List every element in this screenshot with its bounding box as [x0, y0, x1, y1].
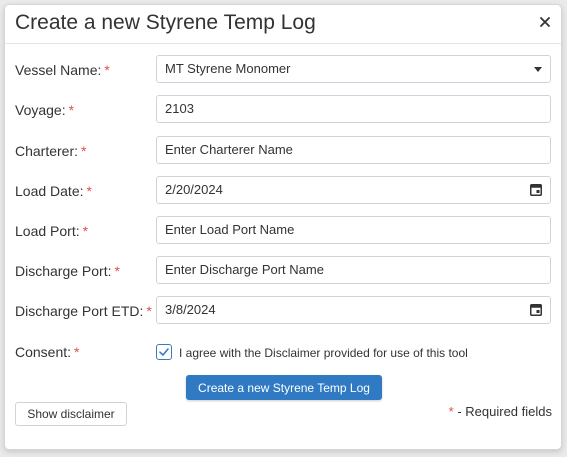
required-star: *: [74, 344, 80, 360]
show-disclaimer-button[interactable]: Show disclaimer: [15, 402, 127, 426]
discharge-port-etd-input[interactable]: 3/8/2024: [156, 296, 551, 324]
discharge-port-etd-label: Discharge Port ETD: *: [15, 303, 152, 319]
discharge-port-etd-value: 3/8/2024: [165, 302, 216, 317]
load-port-label: Load Port: *: [15, 223, 89, 239]
create-log-modal: Create a new Styrene Temp Log Vessel Nam…: [4, 4, 562, 450]
load-port-placeholder: Enter Load Port Name: [165, 222, 295, 237]
required-star: *: [86, 183, 92, 199]
discharge-port-row: Discharge Port: * Enter Discharge Port Na…: [15, 256, 551, 286]
load-date-value: 2/20/2024: [165, 182, 223, 197]
create-log-button[interactable]: Create a new Styrene Temp Log: [186, 375, 382, 400]
consent-text: I agree with the Disclaimer provided for…: [179, 346, 468, 360]
voyage-value: 2103: [165, 101, 194, 116]
load-date-row: Load Date: * 2/20/2024: [15, 176, 551, 206]
close-icon[interactable]: [537, 14, 553, 30]
charterer-row: Charterer: * Enter Charterer Name: [15, 136, 551, 166]
modal-title: Create a new Styrene Temp Log: [15, 11, 316, 34]
modal-header: Create a new Styrene Temp Log: [5, 5, 561, 44]
vessel-name-select[interactable]: MT Styrene Monomer: [156, 55, 551, 83]
required-fields-text: - Required fields: [453, 404, 552, 419]
required-fields-note: * - Required fields: [449, 404, 552, 419]
required-star: *: [68, 102, 75, 118]
required-star: *: [81, 143, 87, 159]
chevron-down-icon: [534, 67, 542, 72]
check-icon: [159, 348, 169, 356]
discharge-port-input[interactable]: Enter Discharge Port Name: [156, 256, 551, 284]
load-date-input[interactable]: 2/20/2024: [156, 176, 551, 204]
charterer-placeholder: Enter Charterer Name: [165, 142, 293, 157]
vessel-name-label: Vessel Name: *: [15, 62, 110, 78]
discharge-port-label: Discharge Port: *: [15, 263, 120, 279]
calendar-icon[interactable]: [530, 303, 542, 316]
voyage-row: Voyage: * 2103: [15, 95, 551, 125]
load-port-row: Load Port: * Enter Load Port Name: [15, 216, 551, 246]
voyage-label: Voyage: *: [15, 102, 75, 118]
consent-row: Consent: * I agree with the Disclaimer pr…: [15, 343, 551, 365]
discharge-port-etd-row: Discharge Port ETD: * 3/8/2024: [15, 296, 551, 326]
discharge-port-placeholder: Enter Discharge Port Name: [165, 262, 324, 277]
load-date-label: Load Date: *: [15, 183, 92, 199]
vessel-name-row: Vessel Name: * MT Styrene Monomer: [15, 55, 551, 85]
load-port-input[interactable]: Enter Load Port Name: [156, 216, 551, 244]
vessel-name-value: MT Styrene Monomer: [165, 61, 291, 76]
required-star: *: [146, 303, 152, 319]
required-star: *: [114, 263, 120, 279]
charterer-input[interactable]: Enter Charterer Name: [156, 136, 551, 164]
consent-label: Consent: *: [15, 344, 80, 360]
required-star: *: [104, 62, 110, 78]
charterer-label: Charterer: *: [15, 143, 87, 159]
consent-checkbox[interactable]: [156, 344, 172, 360]
voyage-input[interactable]: 2103: [156, 95, 551, 123]
calendar-icon[interactable]: [530, 183, 542, 196]
required-star: *: [82, 223, 89, 239]
